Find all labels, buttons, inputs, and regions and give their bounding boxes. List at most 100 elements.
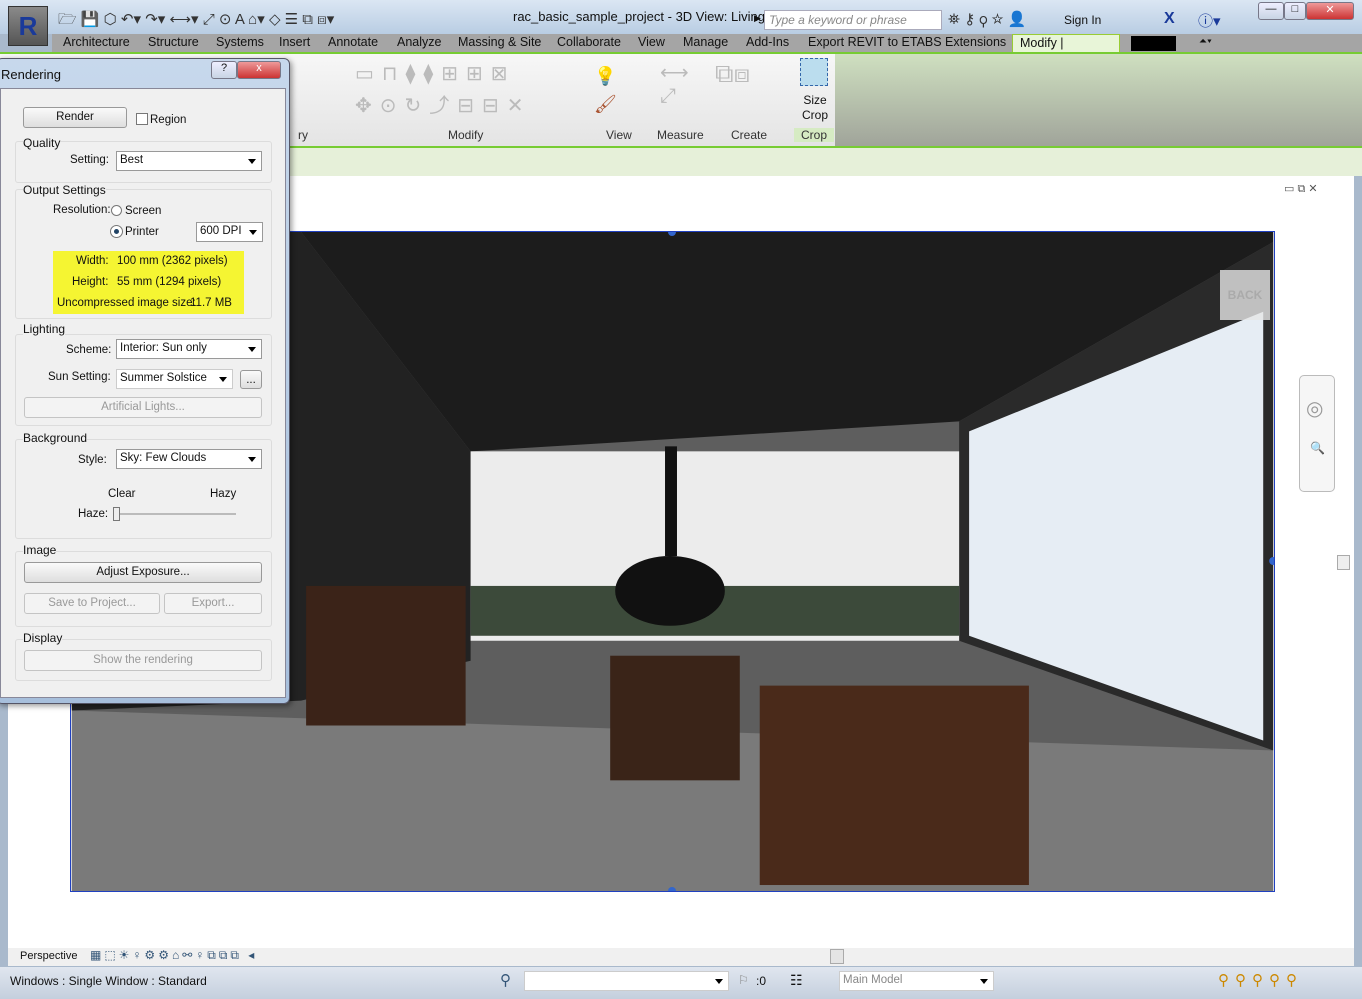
adjust-exposure-button[interactable]: Adjust Exposure... — [24, 562, 262, 583]
background-style-select[interactable]: Sky: Few Clouds — [116, 449, 262, 469]
measure-icon[interactable]: ⟷ ⤢ — [660, 60, 689, 108]
tab-insert[interactable]: Insert — [279, 35, 310, 49]
exchange-apps-icon[interactable]: X — [1164, 10, 1175, 28]
printer-label: Printer — [125, 226, 159, 238]
sign-in-button[interactable]: Sign In — [1064, 13, 1101, 27]
fireplace-flue — [665, 446, 677, 557]
scheme-select[interactable]: Interior: Sun only — [116, 339, 262, 359]
application-menu-button[interactable]: R — [8, 6, 48, 46]
maximize-button[interactable]: □ — [1284, 2, 1306, 20]
text-icon[interactable]: A — [235, 11, 244, 28]
sofa-left — [306, 585, 466, 726]
show-rendering-button[interactable]: Show the rendering — [24, 650, 262, 671]
modify-tools-icons[interactable]: ▭⊓⧫⧫⊞⊞⊠ ✥⊙↻⤴⊟⊟✕ — [355, 58, 585, 122]
redo-icon[interactable]: ↷▾ — [145, 11, 165, 28]
zoom-icon[interactable]: 🔍 — [1310, 441, 1325, 455]
sun-setting-field[interactable]: Summer Solstice — [116, 369, 233, 389]
ribbon-minimize-icon[interactable]: ⏶▾ — [1199, 36, 1212, 47]
panel-label-create: Create — [731, 128, 768, 142]
tab-massing-site[interactable]: Massing & Site — [458, 35, 541, 49]
background-label: Background — [23, 431, 88, 445]
export-button[interactable]: Export... — [164, 593, 262, 614]
quick-access-toolbar: 🗁 💾 ⬡ ↶▾ ↷▾ ⟷▾ ⤢ ⊙ A ⌂▾ ◇ ☰ ⧉ ⧈▾ — [58, 9, 334, 34]
star-icon[interactable]: ☆ — [992, 11, 1004, 28]
tab-manage[interactable]: Manage — [683, 35, 728, 49]
sun-setting-button[interactable]: ... — [240, 370, 262, 389]
satellite-icon[interactable]: ⚲ — [979, 11, 987, 28]
size-crop-button[interactable]: Size Crop — [801, 93, 829, 123]
tab-annotate[interactable]: Annotate — [328, 35, 378, 49]
width-label: Width: — [76, 255, 109, 267]
panel-label-geometry: ry — [298, 128, 308, 142]
thin-lines-icon[interactable]: ☰ — [285, 11, 298, 28]
3d-view-icon[interactable]: ⌂▾ — [248, 11, 265, 28]
tab-systems[interactable]: Systems — [216, 35, 264, 49]
region-checkbox[interactable] — [136, 113, 148, 125]
section-icon[interactable]: ◇ — [269, 11, 281, 28]
tab-extensions[interactable]: Extensions — [945, 35, 1006, 49]
close-window-button[interactable]: ✕ — [1306, 2, 1354, 20]
tag-icon[interactable]: ⊙ — [219, 11, 232, 28]
scheme-label: Scheme: — [66, 344, 112, 356]
tab-view[interactable]: View — [638, 35, 665, 49]
lightbulb-icon[interactable]: 💡 — [594, 66, 616, 87]
tab-analyze[interactable]: Analyze — [397, 35, 441, 49]
steering-wheel-icon[interactable]: ◎ — [1306, 396, 1328, 421]
binoculars-icon[interactable]: ⛯ — [948, 11, 960, 28]
tab-export-etabs[interactable]: Export REVIT to ETABS — [808, 35, 942, 49]
undo-icon[interactable]: ↶▾ — [121, 11, 141, 28]
contextual-ribbon-area — [835, 54, 1362, 146]
editing-requests-icon[interactable]: ⚐ — [738, 973, 749, 987]
close-hidden-icon[interactable]: ⧉ — [302, 11, 313, 28]
worksets-icon[interactable]: ⚲ — [500, 971, 511, 989]
navigation-bar[interactable]: ◎ 🔍 — [1299, 375, 1335, 492]
height-label: Height: — [72, 276, 109, 288]
help-icon[interactable]: ⓘ▾ — [1198, 10, 1221, 31]
help-button[interactable]: ? — [211, 61, 237, 79]
status-text: Windows : Single Window : Standard — [10, 974, 207, 988]
expand-search-icon[interactable]: ▶ — [754, 13, 761, 24]
tab-structure[interactable]: Structure — [148, 35, 199, 49]
user-icon: 👤 — [1007, 11, 1027, 28]
dimension-icon[interactable]: ⤢ — [203, 11, 215, 28]
horizontal-scrollbar-thumb[interactable] — [830, 949, 844, 964]
vertical-scrollbar-thumb[interactable] — [1337, 555, 1350, 570]
haze-slider-track[interactable] — [116, 513, 236, 515]
sync-icon[interactable]: ⬡ — [104, 11, 117, 28]
artificial-lights-button[interactable]: Artificial Lights... — [24, 397, 262, 418]
dialog-title: Rendering — [1, 67, 61, 82]
design-option-select[interactable]: Main Model — [839, 971, 994, 991]
save-icon[interactable]: 💾 — [81, 11, 100, 28]
viewcube[interactable]: BACK — [1220, 270, 1270, 320]
design-options-icon[interactable]: ☷ — [790, 972, 803, 989]
create-icons[interactable]: ⧉⧈ — [715, 58, 750, 90]
render-button[interactable]: Render — [23, 107, 127, 128]
switch-windows-icon[interactable]: ⧈▾ — [317, 11, 334, 28]
tab-architecture[interactable]: Architecture — [63, 35, 130, 49]
tab-collaborate[interactable]: Collaborate — [557, 35, 621, 49]
key-icon[interactable]: ⚷ — [964, 11, 975, 28]
dialog-close-button[interactable]: x — [237, 61, 281, 79]
screen-radio[interactable] — [111, 205, 122, 216]
measure-icon[interactable]: ⟷▾ — [169, 11, 198, 28]
tab-add-ins[interactable]: Add-Ins — [746, 35, 789, 49]
search-input[interactable]: Type a keyword or phrase — [764, 10, 942, 30]
tab-modify-cameras[interactable]: Modify | Cameras — [1012, 34, 1120, 64]
dpi-select[interactable]: 600 DPI — [196, 222, 263, 242]
output-settings-label: Output Settings — [23, 183, 106, 197]
view-control-icons[interactable]: ▦⬚☀♀⚙⚙⌂⚯♀⧉⧉⧉ ◂ — [90, 948, 257, 963]
haze-slider-thumb[interactable] — [113, 507, 120, 521]
workset-select[interactable] — [524, 971, 729, 991]
view-window-controls[interactable]: ▭ ⧉ ✕ — [1284, 182, 1318, 196]
size-crop-icon[interactable] — [800, 58, 828, 86]
paint-brush-icon[interactable]: 🖌 — [594, 94, 617, 115]
status-bar: Windows : Single Window : Standard ⚲ ⚐ :… — [0, 967, 1362, 999]
save-to-project-button[interactable]: Save to Project... — [24, 593, 160, 614]
selection-filter-icons[interactable]: ⚲⚲⚲⚲⚲ — [1218, 971, 1303, 989]
quality-setting-select[interactable]: Best — [116, 151, 262, 171]
open-icon[interactable]: 🗁 — [58, 11, 77, 28]
printer-radio[interactable] — [110, 225, 123, 238]
panel-label-modify: Modify — [448, 128, 484, 142]
fireplace — [615, 556, 725, 626]
minimize-button[interactable]: — — [1258, 2, 1284, 20]
